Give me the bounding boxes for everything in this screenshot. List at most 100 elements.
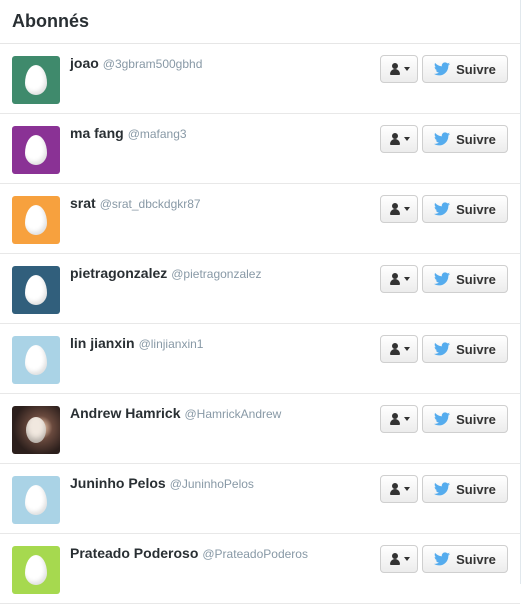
list-item: Prateado Poderoso @PrateadoPoderos Suivre <box>0 534 520 604</box>
user-actions-button[interactable] <box>380 545 418 573</box>
avatar[interactable] <box>12 336 60 384</box>
user-fullname[interactable]: srat <box>70 195 96 211</box>
twitter-bird-icon <box>434 482 451 496</box>
user-handle[interactable]: @JuninhoPelos <box>170 477 254 491</box>
user-handle[interactable]: @mafang3 <box>128 127 187 141</box>
list-item: srat @srat_dbckdgkr87 Suivre <box>0 184 520 254</box>
chevron-down-icon <box>403 277 410 281</box>
user-handle[interactable]: @srat_dbckdgkr87 <box>100 197 201 211</box>
user-name-line: Andrew Hamrick @HamrickAndrew <box>70 405 281 421</box>
follow-button[interactable]: Suivre <box>422 265 508 293</box>
chevron-down-icon <box>403 417 410 421</box>
follow-button[interactable]: Suivre <box>422 545 508 573</box>
user-fullname[interactable]: Prateado Poderoso <box>70 545 198 561</box>
follow-button[interactable]: Suivre <box>422 475 508 503</box>
user-handle[interactable]: @pietragonzalez <box>171 267 261 281</box>
person-icon <box>389 273 401 285</box>
list-item: Juninho Pelos @JuninhoPelos Suivre <box>0 464 520 534</box>
user-fullname[interactable]: lin jianxin <box>70 335 135 351</box>
follow-button-label: Suivre <box>456 201 496 217</box>
egg-icon <box>25 485 47 515</box>
user-name-line: Juninho Pelos @JuninhoPelos <box>70 475 254 491</box>
user-fullname[interactable]: pietragonzalez <box>70 265 167 281</box>
user-name-line: Prateado Poderoso @PrateadoPoderos <box>70 545 308 561</box>
user-fullname[interactable]: joao <box>70 55 99 71</box>
user-actions-button[interactable] <box>380 55 418 83</box>
user-actions-button[interactable] <box>380 265 418 293</box>
twitter-bird-icon <box>434 272 451 286</box>
chevron-down-icon <box>403 67 410 71</box>
list-item: ma fang @mafang3 Suivre <box>0 114 520 184</box>
follow-button-label: Suivre <box>456 131 496 147</box>
avatar[interactable] <box>12 126 60 174</box>
twitter-bird-icon <box>434 342 451 356</box>
chevron-down-icon <box>403 207 410 211</box>
twitter-bird-icon <box>434 202 451 216</box>
egg-icon <box>25 65 47 95</box>
avatar[interactable] <box>12 546 60 594</box>
avatar-photo <box>26 417 46 443</box>
twitter-bird-icon <box>434 62 451 76</box>
list-item: lin jianxin @linjianxin1 Suivre <box>0 324 520 394</box>
user-handle[interactable]: @PrateadoPoderos <box>202 547 308 561</box>
avatar[interactable] <box>12 196 60 244</box>
list-item: Andrew Hamrick @HamrickAndrew Suivre <box>0 394 520 464</box>
person-icon <box>389 203 401 215</box>
egg-icon <box>25 345 47 375</box>
egg-icon <box>25 205 47 235</box>
twitter-bird-icon <box>434 132 451 146</box>
user-name-line: lin jianxin @linjianxin1 <box>70 335 203 351</box>
follow-button-label: Suivre <box>456 551 496 567</box>
chevron-down-icon <box>403 347 410 351</box>
user-name-line: joao @3gbram500gbhd <box>70 55 202 71</box>
user-handle[interactable]: @linjianxin1 <box>139 337 204 351</box>
twitter-bird-icon <box>434 412 451 426</box>
follow-button-label: Suivre <box>456 411 496 427</box>
user-actions-button[interactable] <box>380 475 418 503</box>
chevron-down-icon <box>403 137 410 141</box>
user-actions-button[interactable] <box>380 405 418 433</box>
follow-button[interactable]: Suivre <box>422 125 508 153</box>
user-fullname[interactable]: Juninho Pelos <box>70 475 166 491</box>
egg-icon <box>25 135 47 165</box>
avatar[interactable] <box>12 56 60 104</box>
chevron-down-icon <box>403 487 410 491</box>
person-icon <box>389 483 401 495</box>
user-fullname[interactable]: ma fang <box>70 125 124 141</box>
person-icon <box>389 343 401 355</box>
follow-button-label: Suivre <box>456 341 496 357</box>
follow-button[interactable]: Suivre <box>422 405 508 433</box>
avatar[interactable] <box>12 406 60 454</box>
follow-button-label: Suivre <box>456 271 496 287</box>
avatar[interactable] <box>12 266 60 314</box>
user-actions-button[interactable] <box>380 125 418 153</box>
user-name-line: srat @srat_dbckdgkr87 <box>70 195 201 211</box>
follow-button[interactable]: Suivre <box>422 335 508 363</box>
twitter-bird-icon <box>434 552 451 566</box>
person-icon <box>389 133 401 145</box>
user-name-line: ma fang @mafang3 <box>70 125 187 141</box>
chevron-down-icon <box>403 557 410 561</box>
egg-icon <box>25 275 47 305</box>
user-handle[interactable]: @3gbram500gbhd <box>103 57 203 71</box>
person-icon <box>389 553 401 565</box>
follow-button[interactable]: Suivre <box>422 195 508 223</box>
person-icon <box>389 63 401 75</box>
person-icon <box>389 413 401 425</box>
user-handle[interactable]: @HamrickAndrew <box>184 407 281 421</box>
followers-list: joao @3gbram500gbhd Suivre ma fang @mafang3 S… <box>0 44 520 604</box>
egg-icon <box>25 555 47 585</box>
user-name-line: pietragonzalez @pietragonzalez <box>70 265 261 281</box>
list-item: joao @3gbram500gbhd Suivre <box>0 44 520 114</box>
panel-header: Abonnés <box>0 0 520 44</box>
follow-button-label: Suivre <box>456 481 496 497</box>
user-fullname[interactable]: Andrew Hamrick <box>70 405 180 421</box>
avatar[interactable] <box>12 476 60 524</box>
follow-button-label: Suivre <box>456 61 496 77</box>
user-actions-button[interactable] <box>380 335 418 363</box>
follow-button[interactable]: Suivre <box>422 55 508 83</box>
user-actions-button[interactable] <box>380 195 418 223</box>
page-title: Abonnés <box>12 11 90 31</box>
followers-panel: Abonnés joao @3gbram500gbhd Suivre ma fang @… <box>0 0 521 604</box>
list-item: pietragonzalez @pietragonzalez Suivre <box>0 254 520 324</box>
